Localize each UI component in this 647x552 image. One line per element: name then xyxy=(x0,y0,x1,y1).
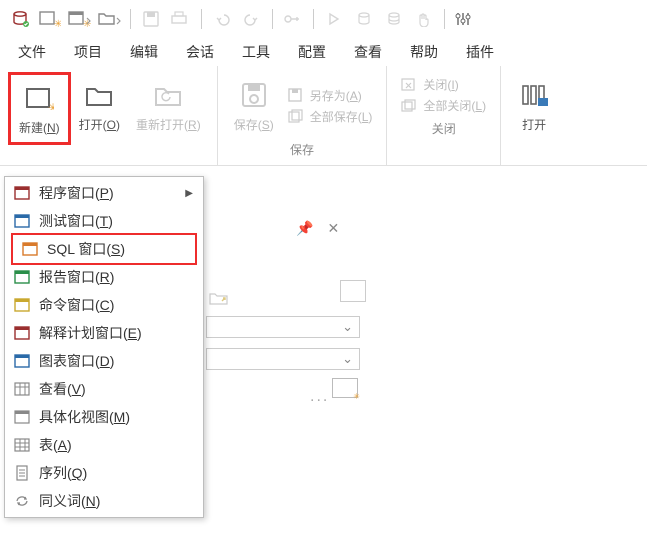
separator xyxy=(444,9,445,29)
window-icon xyxy=(13,212,31,230)
small-box xyxy=(340,280,366,302)
save-label: 保存(S) xyxy=(234,116,274,133)
svg-text:✳: ✳ xyxy=(54,19,61,28)
menu-config[interactable]: 配置 xyxy=(298,42,326,62)
db2-icon xyxy=(350,5,378,33)
redo-icon xyxy=(238,5,266,33)
separator xyxy=(130,9,131,29)
new-thumb-icon[interactable] xyxy=(332,378,358,398)
window-icon xyxy=(13,352,31,370)
dd-item-11[interactable]: 同义词(N) xyxy=(5,487,203,515)
separator xyxy=(313,9,314,29)
doc-icon xyxy=(13,464,31,482)
undo-icon xyxy=(208,5,236,33)
close-button: 关闭(I) xyxy=(401,76,486,93)
table-icon xyxy=(13,380,31,398)
dd-item-label: 命令窗口(C) xyxy=(39,295,114,315)
window-icon xyxy=(13,184,31,202)
dd-item-4[interactable]: 命令窗口(C) xyxy=(5,291,203,319)
key-small-icon xyxy=(208,288,232,308)
print-icon xyxy=(167,5,195,33)
save-button: 保存(S) xyxy=(226,72,282,139)
dd-item-label: SQL 窗口(S) xyxy=(47,239,125,259)
db3-icon xyxy=(380,5,408,33)
dd-item-label: 序列(Q) xyxy=(39,463,87,483)
menu-session[interactable]: 会话 xyxy=(186,42,214,62)
dd-item-1[interactable]: 测试窗口(T) xyxy=(5,207,203,235)
menu-help[interactable]: 帮助 xyxy=(410,42,438,62)
pane-controls: 📌 ✕ xyxy=(296,220,339,237)
dd-item-label: 解释计划窗口(E) xyxy=(39,323,142,343)
open2-label: 打开 xyxy=(522,116,546,133)
dd-item-label: 表(A) xyxy=(39,435,72,455)
dd-item-label: 图表窗口(D) xyxy=(39,351,114,371)
separator xyxy=(201,9,202,29)
new-dropdown-menu: 程序窗口(P) ▶ 测试窗口(T) SQL 窗口(S) 报告窗口(R) 命令窗口(C) 解释… xyxy=(4,176,204,518)
open-folder-icon[interactable] xyxy=(96,5,124,33)
chevron-right-icon: ▶ xyxy=(185,188,193,199)
open-button[interactable]: 打开(O) xyxy=(71,72,128,145)
dd-item-label: 测试窗口(T) xyxy=(39,211,113,231)
group-close-label: 关闭 xyxy=(432,118,456,139)
dd-item-8[interactable]: 具体化视图(M) xyxy=(5,403,203,431)
dd-item-2[interactable]: SQL 窗口(S) xyxy=(11,233,197,265)
saveall-button: 全部保存(L) xyxy=(288,108,373,125)
window-icon xyxy=(21,240,39,258)
new-button[interactable]: ✳ 新建(N) xyxy=(8,72,71,145)
pin-icon[interactable]: 📌 xyxy=(296,220,313,237)
menubar: 文件 项目 编辑 会话 工具 配置 查看 帮助 插件 xyxy=(0,38,647,66)
grid-icon xyxy=(13,436,31,454)
menu-edit[interactable]: 编辑 xyxy=(130,42,158,62)
save-icon xyxy=(137,5,165,33)
key-icon xyxy=(279,5,307,33)
dropdown-field-1[interactable]: ⌄ xyxy=(206,316,360,338)
reopen-button: 重新打开(R) xyxy=(128,72,209,145)
new-window-icon[interactable]: ✳ xyxy=(66,5,94,33)
new-label: 新建(N) xyxy=(19,119,60,136)
window-icon xyxy=(13,296,31,314)
dd-item-0[interactable]: 程序窗口(P) ▶ xyxy=(5,179,203,207)
open2-button[interactable]: 打开 xyxy=(509,72,559,139)
dd-item-label: 查看(V) xyxy=(39,379,86,399)
separator xyxy=(272,9,273,29)
menu-file[interactable]: 文件 xyxy=(18,42,46,62)
menu-view[interactable]: 查看 xyxy=(354,42,382,62)
dd-item-label: 具体化视图(M) xyxy=(39,407,130,427)
window-icon xyxy=(13,408,31,426)
svg-text:✳: ✳ xyxy=(48,101,54,110)
hand-icon xyxy=(410,5,438,33)
dd-item-label: 程序窗口(P) xyxy=(39,183,114,203)
new-doc-icon[interactable]: ✳ xyxy=(36,5,64,33)
dd-item-7[interactable]: 查看(V) xyxy=(5,375,203,403)
sync-icon xyxy=(13,492,31,510)
db-icon[interactable] xyxy=(6,5,34,33)
ellipsis-icon[interactable]: ... xyxy=(310,388,329,406)
menu-tools[interactable]: 工具 xyxy=(242,42,270,62)
dd-item-label: 同义词(N) xyxy=(39,491,100,511)
saveas-button: 另存为(A) xyxy=(288,87,373,104)
group-save-label: 保存 xyxy=(290,139,314,160)
window-icon xyxy=(13,268,31,286)
sliders-icon[interactable] xyxy=(451,5,479,33)
reopen-label: 重新打开(R) xyxy=(136,116,201,133)
close-icon[interactable]: ✕ xyxy=(327,220,339,237)
open-label: 打开(O) xyxy=(79,116,120,133)
dd-item-6[interactable]: 图表窗口(D) xyxy=(5,347,203,375)
menu-project[interactable]: 项目 xyxy=(74,42,102,62)
dropdown-field-2[interactable]: ⌄ xyxy=(206,348,360,370)
menu-plugin[interactable]: 插件 xyxy=(466,42,494,62)
dd-item-label: 报告窗口(R) xyxy=(39,267,114,287)
dd-item-10[interactable]: 序列(Q) xyxy=(5,459,203,487)
window-icon xyxy=(13,324,31,342)
dd-item-5[interactable]: 解释计划窗口(E) xyxy=(5,319,203,347)
closeall-button: 全部关闭(L) xyxy=(401,97,486,114)
dd-item-9[interactable]: 表(A) xyxy=(5,431,203,459)
play-icon xyxy=(320,5,348,33)
dd-item-3[interactable]: 报告窗口(R) xyxy=(5,263,203,291)
